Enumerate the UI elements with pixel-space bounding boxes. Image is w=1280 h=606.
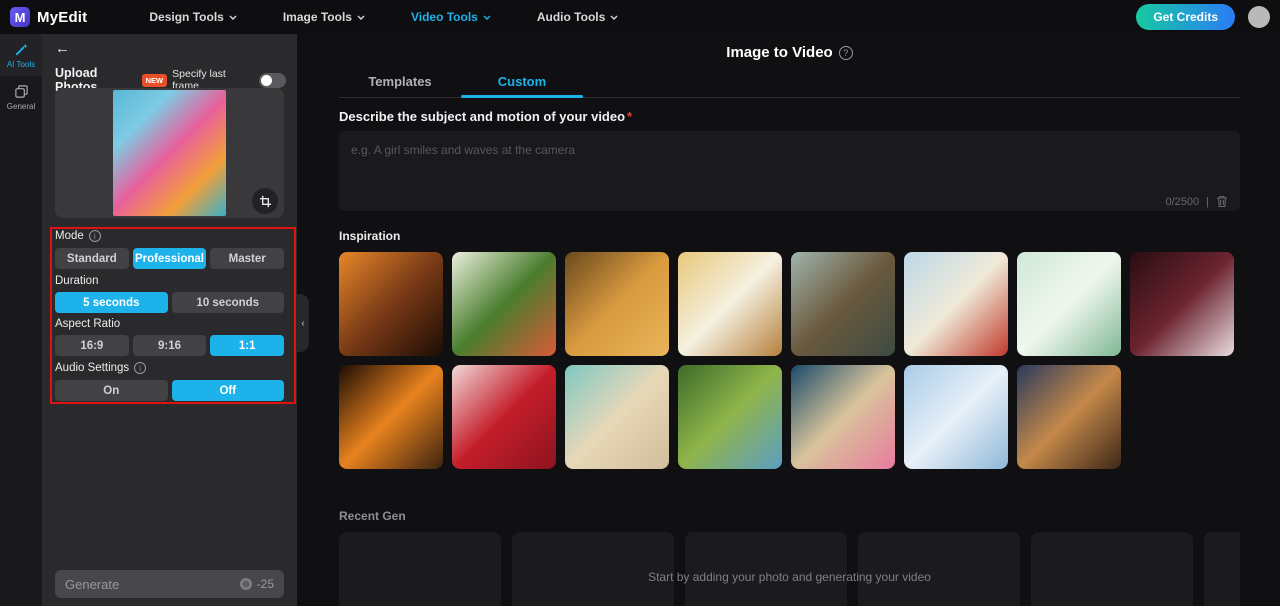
chevron-down-icon [483,15,491,20]
prompt-textarea[interactable] [339,131,1240,211]
tabstrip: Templates Custom [339,68,1240,98]
main-nav: Design Tools Image Tools Video Tools Aud… [149,10,618,24]
recent-gen-label: Recent Gen [339,509,1240,523]
chevron-left-icon: ‹ [301,318,304,329]
duration-label: Duration [55,275,98,287]
page-title: Image to Video ? [339,44,1240,61]
ratio-9-16-button[interactable]: 9:16 [133,335,207,356]
inspiration-fresh-salad-bowl[interactable] [452,252,556,356]
recent-placeholder [1031,532,1193,606]
nav-audio-tools[interactable]: Audio Tools [537,10,618,24]
recent-placeholder [858,532,1020,606]
inspiration-door-desert-night-sky[interactable] [1017,365,1121,469]
tab-custom[interactable]: Custom [461,68,583,97]
aspect-ratio-options: 16:9 9:16 1:1 [55,335,284,356]
mode-standard-button[interactable]: Standard [55,248,129,269]
icon-rail: AI Tools General [0,34,42,606]
prompt-area: 0/2500 | [339,131,1240,216]
inspiration-coral-reef-fish[interactable] [791,365,895,469]
chevron-down-icon [229,15,237,20]
inspiration-cloud-steam-teacup[interactable] [904,365,1008,469]
inspiration-diamond-ring[interactable] [1130,252,1234,356]
info-icon[interactable]: i [134,362,146,374]
audio-off-button[interactable]: Off [172,380,285,401]
duration-10s-button[interactable]: 10 seconds [172,292,285,313]
get-credits-button[interactable]: Get Credits [1136,4,1235,30]
specify-last-frame-toggle[interactable] [259,73,286,88]
audio-settings-label: Audio Settings i [55,362,146,374]
inspiration-green-skincare-products[interactable] [1017,252,1121,356]
trash-icon[interactable] [1216,195,1228,208]
required-mark: * [627,109,632,124]
inspiration-pancakes-syrup[interactable] [565,252,669,356]
info-icon[interactable]: i [89,230,101,242]
generate-button[interactable]: Generate -25 [55,570,284,598]
new-badge: NEW [142,74,168,87]
audio-options: On Off [55,380,284,401]
mode-options: Standard Professional Master [55,248,284,269]
settings-panel: ← Upload Photos NEW Specify last frame M… [42,34,297,606]
uploaded-photo[interactable] [113,90,226,216]
panel-collapse-handle[interactable]: ‹ [297,294,309,352]
audio-on-button[interactable]: On [55,380,168,401]
recent-placeholder [685,532,847,606]
recent-placeholder [339,532,501,606]
inspiration-running-dog-autumn[interactable] [678,252,782,356]
uploaded-photo-container [55,88,284,218]
nav-design-tools[interactable]: Design Tools [149,10,236,24]
back-arrow-icon[interactable]: ← [55,40,70,57]
myedit-logo[interactable]: M MyEdit [10,7,87,27]
describe-label: Describe the subject and motion of your … [339,109,1240,124]
crop-icon [259,195,272,208]
mode-label: Mode i [55,230,101,242]
avatar[interactable] [1248,6,1270,28]
inspiration-grilled-steak-flames[interactable] [339,252,443,356]
topbar: M MyEdit Design Tools Image Tools Video … [0,0,1280,34]
chevron-down-icon [357,15,365,20]
rail-item-ai-tools[interactable]: AI Tools [0,34,42,76]
duration-5s-button[interactable]: 5 seconds [55,292,168,313]
help-icon[interactable]: ? [839,46,853,60]
nav-image-tools[interactable]: Image Tools [283,10,365,24]
layers-icon [14,84,29,99]
brand-name: MyEdit [37,9,87,26]
recent-placeholder [512,532,674,606]
generate-cost: -25 [257,577,274,591]
inspiration-bear-mountain-lake[interactable] [791,252,895,356]
mode-master-button[interactable]: Master [210,248,284,269]
tab-templates[interactable]: Templates [339,68,461,97]
inspiration-forest-stream-wildflowers[interactable] [678,365,782,469]
coin-icon [239,577,253,591]
recent-placeholder [1204,532,1240,606]
inspiration-grid [339,252,1252,469]
inspiration-whiskey-bottle-flames[interactable] [339,365,443,469]
inspiration-polar-bear-red-scarf[interactable] [904,252,1008,356]
magic-wand-icon [14,42,29,57]
mode-professional-button[interactable]: Professional [133,248,207,269]
duration-options: 5 seconds 10 seconds [55,292,284,313]
myedit-logo-icon: M [10,7,30,27]
chevron-down-icon [610,15,618,20]
rail-item-general[interactable]: General [0,76,42,118]
main-content: Image to Video ? Templates Custom Descri… [297,34,1280,606]
ratio-16-9-button[interactable]: 16:9 [55,335,129,356]
nav-video-tools[interactable]: Video Tools [411,10,491,24]
aspect-ratio-label: Aspect Ratio [55,318,120,330]
inspiration-label: Inspiration [339,229,1240,243]
ratio-1-1-button[interactable]: 1:1 [210,335,284,356]
inspiration-cherry-soda-splash[interactable] [452,365,556,469]
inspiration-beach-shoreline-footprints[interactable] [565,365,669,469]
char-counter: 0/2500 | [1165,195,1228,208]
recent-gen-row: Start by adding your photo and generatin… [339,532,1240,606]
crop-button[interactable] [252,188,278,214]
